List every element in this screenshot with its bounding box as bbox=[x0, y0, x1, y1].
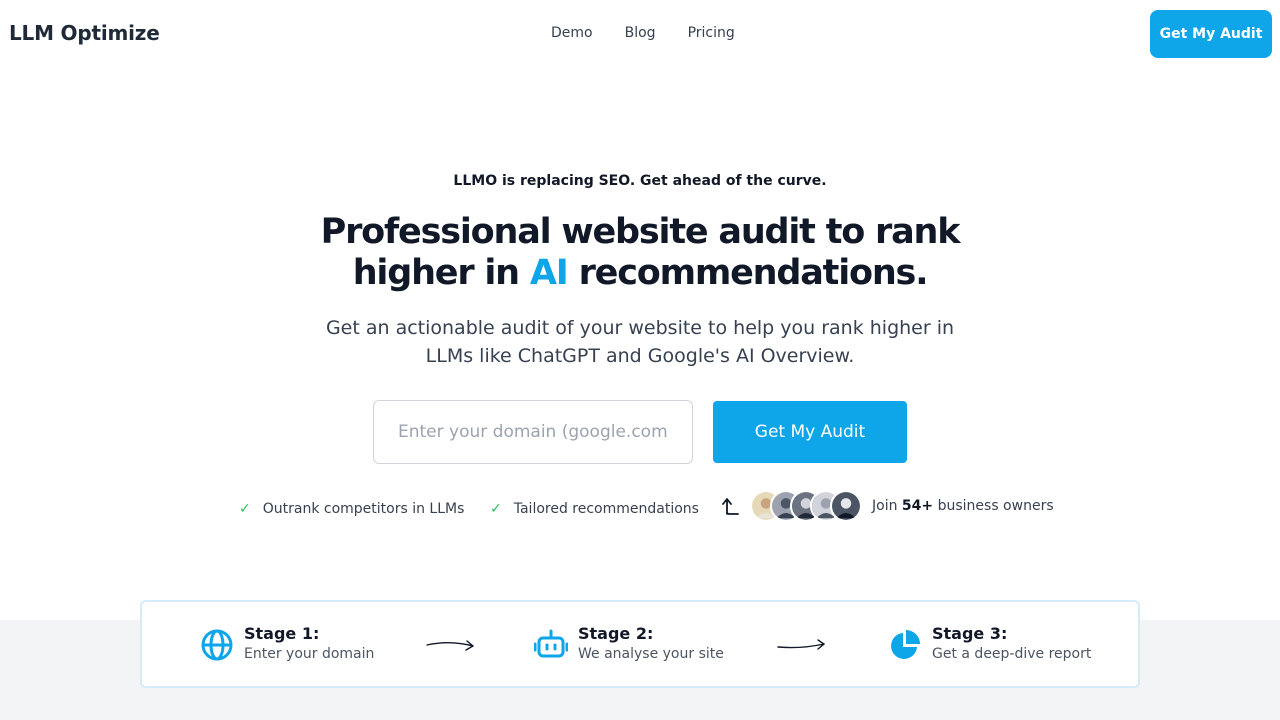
perk-item: ✓ Outrank competitors in LLMs bbox=[239, 501, 464, 517]
headline-part2: higher in bbox=[352, 253, 520, 293]
join-prefix: Join bbox=[872, 498, 898, 514]
social-proof-text: Join 54+ business owners bbox=[872, 498, 1054, 514]
hero-tagline: LLMO is replacing SEO. Get ahead of the … bbox=[453, 173, 827, 189]
domain-input[interactable] bbox=[373, 400, 693, 464]
header-get-audit-button[interactable]: Get My Audit bbox=[1150, 10, 1272, 58]
stage-1: Stage 1: Enter your domain bbox=[200, 624, 374, 662]
stages-card: Stage 1: Enter your domain Stage 2: We a… bbox=[140, 600, 1140, 688]
hero-headline: Professional website audit to rank highe… bbox=[0, 212, 1280, 294]
nav-pricing-link[interactable]: Pricing bbox=[688, 25, 735, 41]
stage-desc: Enter your domain bbox=[244, 646, 375, 662]
subtitle-text: Get an actionable audit of your website … bbox=[325, 317, 955, 367]
pie-chart-icon bbox=[891, 630, 920, 659]
stage-title: Stage 3: bbox=[932, 624, 1008, 643]
logo[interactable]: LLM Optimize bbox=[9, 21, 160, 45]
stage-desc: We analyse your site bbox=[578, 646, 724, 662]
avatar-group bbox=[750, 490, 862, 522]
robot-icon bbox=[534, 629, 568, 658]
perk-label: Tailored recommendations bbox=[513, 501, 699, 517]
stage-2: Stage 2: We analyse your site bbox=[534, 624, 724, 662]
headline-part3: recommendations. bbox=[578, 253, 929, 293]
check-icon: ✓ bbox=[490, 501, 502, 517]
headline-accent: AI bbox=[529, 253, 569, 293]
perk-item: ✓ Tailored recommendations bbox=[490, 501, 699, 517]
join-count: 54+ bbox=[901, 498, 934, 514]
perk-label: Outrank competitors in LLMs bbox=[262, 501, 465, 517]
hero-get-audit-button[interactable]: Get My Audit bbox=[713, 401, 907, 463]
nav-demo-link[interactable]: Demo bbox=[551, 25, 593, 41]
stage-title: Stage 1: bbox=[244, 624, 320, 643]
arrow-right-icon bbox=[426, 640, 475, 651]
main-nav: Demo Blog Pricing bbox=[551, 25, 735, 41]
avatar bbox=[830, 490, 862, 522]
stage-3: Stage 3: Get a deep-dive report bbox=[888, 624, 1091, 662]
stage-title: Stage 2: bbox=[578, 624, 654, 643]
check-icon: ✓ bbox=[239, 501, 251, 517]
globe-icon bbox=[201, 629, 233, 661]
social-proof: Join 54+ business owners bbox=[722, 490, 1054, 522]
headline-line1: Professional website audit to rank bbox=[320, 212, 961, 252]
nav-blog-link[interactable]: Blog bbox=[625, 25, 656, 41]
hero-subtitle: Get an actionable audit of your website … bbox=[0, 314, 1280, 370]
arrow-right-icon bbox=[777, 639, 826, 650]
curved-arrow-icon bbox=[722, 498, 739, 515]
stage-desc: Get a deep-dive report bbox=[932, 646, 1092, 662]
join-suffix: business owners bbox=[937, 498, 1054, 514]
site-header: LLM Optimize Demo Blog Pricing Get My Au… bbox=[0, 0, 1280, 68]
